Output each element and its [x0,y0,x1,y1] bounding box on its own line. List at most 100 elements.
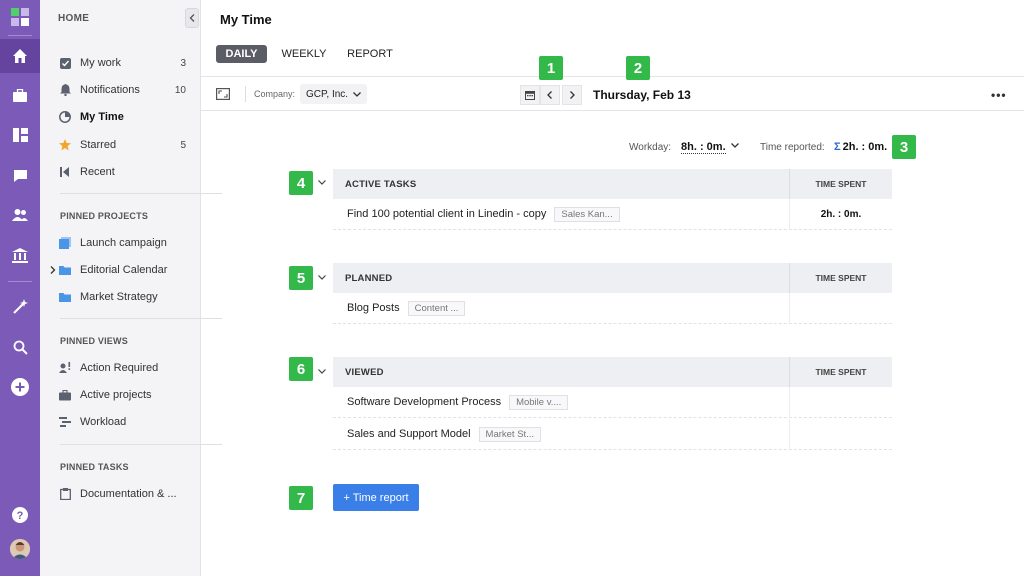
time-reported-label: Time reported: [760,142,825,153]
sidebar-item-label: Workload [80,416,127,428]
project-tag[interactable]: Market St... [478,426,542,442]
chevron-down-icon[interactable] [731,143,739,148]
collapse-sidebar-button[interactable] [185,8,199,28]
sidebar-item-label: Market Strategy [80,291,158,303]
sidebar-item-label: Launch campaign [80,237,167,249]
header-divider [201,76,1024,77]
star-icon [58,138,72,152]
app-logo-icon[interactable] [11,8,29,26]
more-options-button[interactable]: ••• [991,88,1007,102]
rail-team[interactable] [0,198,40,232]
sidebar-item-launch-campaign[interactable]: Launch campaign [58,234,186,252]
rail-dashboard[interactable] [0,118,40,152]
rail-automation[interactable] [0,290,40,324]
collapse-planned-icon[interactable] [318,275,326,280]
workday-label: Workday: [629,142,672,153]
collapse-viewed-icon[interactable] [318,369,326,374]
sidebar-item-label: Action Required [80,362,159,374]
sidebar-item-label: Documentation & ... [80,488,177,500]
calendar-button[interactable] [520,85,540,105]
sidebar-divider [60,318,222,319]
tab-daily[interactable]: DAILY [216,45,267,63]
callout-badge-2: 2 [626,56,650,80]
rail-add[interactable] [0,370,40,404]
time-spent-cell[interactable] [789,418,892,450]
project-tag[interactable]: Mobile v.... [509,394,569,410]
collapse-active-tasks-icon[interactable] [318,180,326,185]
time-spent-cell[interactable]: 2h. : 0m. [789,198,892,230]
project-tag[interactable]: Sales Kan... [554,206,620,222]
sidebar-item-active-projects[interactable]: Active projects [58,386,186,404]
svg-text:?: ? [17,510,24,522]
task-name[interactable]: Find 100 potential client in Linedin - c… [347,208,546,220]
add-time-report-button[interactable]: + Time report [333,484,419,511]
chat-icon [13,170,27,182]
sidebar-item-my-work[interactable]: My work 3 [58,54,186,72]
sidebar-item-my-time[interactable]: My Time [58,108,186,126]
time-spent-header: TIME SPENT [789,263,892,293]
sidebar-item-market-strategy[interactable]: Market Strategy [58,288,186,306]
sidebar-item-editorial-calendar[interactable]: Editorial Calendar [58,261,186,279]
user-avatar[interactable] [10,539,30,559]
workday-value[interactable]: 8h. : 0m. [681,141,726,154]
bell-icon [58,83,72,97]
sidebar-item-workload[interactable]: Workload [58,413,186,431]
task-name[interactable]: Software Development Process [347,396,501,408]
company-select[interactable]: GCP, Inc. [300,84,368,104]
clock-icon [58,110,72,124]
rail-search[interactable] [0,330,40,364]
sidebar-item-action-required[interactable]: Action Required [58,359,186,377]
sidebar-item-count: 10 [174,84,186,96]
tab-report[interactable]: REPORT [346,45,394,63]
plus-circle-icon [11,378,29,396]
briefcase-icon [13,89,27,102]
task-name[interactable]: Sales and Support Model [347,428,471,440]
planned-header: PLANNED TIME SPENT [333,263,892,293]
section-title: PLANNED [345,272,393,284]
time-spent-header: TIME SPENT [789,169,892,199]
time-spent-header: TIME SPENT [789,357,892,387]
sigma-icon: Σ [834,141,841,153]
checkbox-icon [58,56,72,70]
callout-badge-1: 1 [539,56,563,80]
sidebar-item-documentation[interactable]: Documentation & ... [58,485,186,503]
rail-home[interactable] [0,39,40,73]
sidebar-divider [60,193,222,194]
next-day-button[interactable] [562,85,582,105]
table-row[interactable]: Blog Posts Content ... [333,292,892,324]
sidebar-home-heading: HOME [58,13,90,24]
callout-badge-3: 3 [892,135,916,159]
sidebar-item-label: Active projects [80,389,152,401]
table-row[interactable]: Find 100 potential client in Linedin - c… [333,198,892,230]
sidebar: HOME My work 3 Notifications 10 My Time … [40,0,222,576]
time-reported-total: 2h. : 0m. [842,141,888,153]
time-spent-cell[interactable] [789,292,892,324]
sidebar-item-starred[interactable]: Starred 5 [58,136,186,154]
rail-inbox[interactable] [0,159,40,193]
expand-chevron-icon[interactable] [50,266,56,274]
page-title: My Time [220,12,272,27]
table-row[interactable]: Software Development Process Mobile v.... [333,386,892,418]
sidebar-item-notifications[interactable]: Notifications 10 [58,81,186,99]
tab-weekly[interactable]: WEEKLY [280,45,328,63]
time-spent-cell[interactable] [789,386,892,418]
project-tag[interactable]: Content ... [407,300,466,316]
home-icon [13,49,27,63]
calendar-icon [525,91,535,100]
previous-day-button[interactable] [540,85,560,105]
task-name[interactable]: Blog Posts [347,302,400,314]
current-date: Thursday, Feb 13 [593,88,691,102]
rail-portfolio[interactable] [0,79,40,113]
fullscreen-icon[interactable] [216,88,230,100]
table-row[interactable]: Sales and Support Model Market St... [333,418,892,450]
pinned-views-heading: PINNED VIEWS [60,336,128,346]
sidebar-item-label: My work [80,57,121,69]
company-value: GCP, Inc. [306,88,349,100]
rail-help[interactable]: ? [0,498,40,532]
avatar-icon [10,539,30,559]
sidebar-item-recent[interactable]: Recent [58,163,186,181]
rail-accounts[interactable] [0,238,40,272]
sidebar-item-label: Editorial Calendar [80,264,168,276]
dashboard-icon [12,128,28,142]
chevron-right-icon [570,91,575,99]
